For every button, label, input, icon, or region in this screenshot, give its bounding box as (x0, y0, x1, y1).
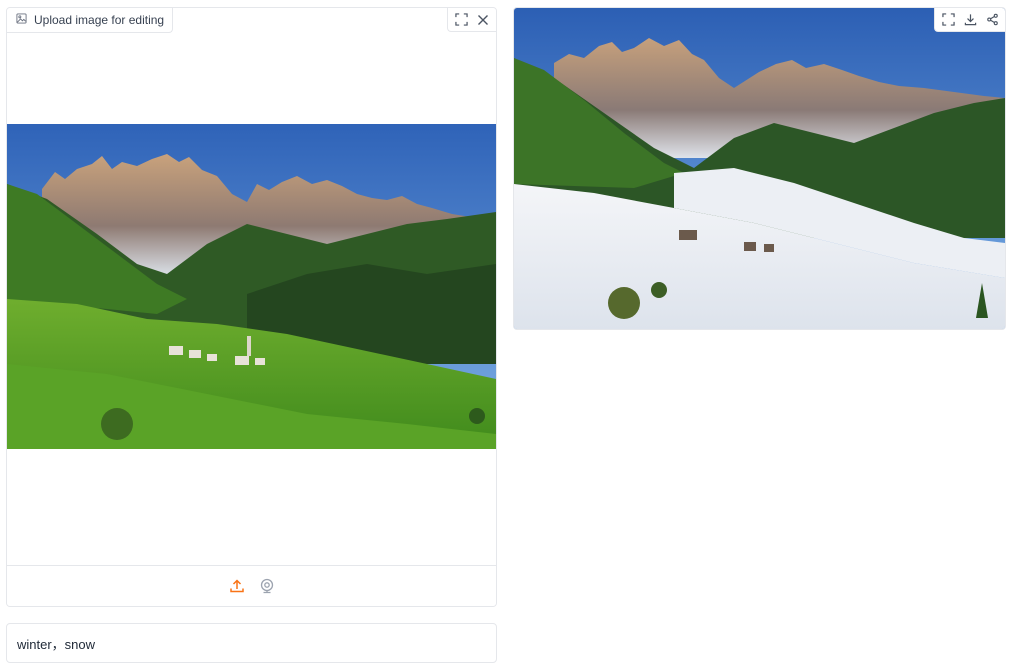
output-image-panel (513, 7, 1006, 330)
close-icon[interactable] (473, 10, 493, 30)
winter-landscape-image (514, 8, 1005, 329)
prompt-textbox[interactable] (6, 623, 497, 663)
image-editor-canvas[interactable] (7, 33, 496, 566)
download-icon[interactable] (960, 10, 980, 30)
input-image-actions (447, 8, 496, 32)
webcam-icon[interactable] (257, 576, 277, 596)
upload-icon[interactable] (227, 576, 247, 596)
input-image-label: Upload image for editing (7, 8, 174, 33)
prompt-input[interactable] (17, 635, 486, 651)
input-image-panel: Upload image for editing (6, 7, 497, 607)
fullscreen-icon[interactable] (451, 10, 471, 30)
input-image-label-text: Upload image for editing (34, 13, 165, 27)
fullscreen-icon[interactable] (938, 10, 958, 30)
image-icon (16, 13, 27, 27)
image-source-bar (7, 565, 496, 606)
summer-landscape-image (7, 124, 496, 449)
share-icon[interactable] (982, 10, 1002, 30)
output-image-actions (934, 8, 1005, 32)
